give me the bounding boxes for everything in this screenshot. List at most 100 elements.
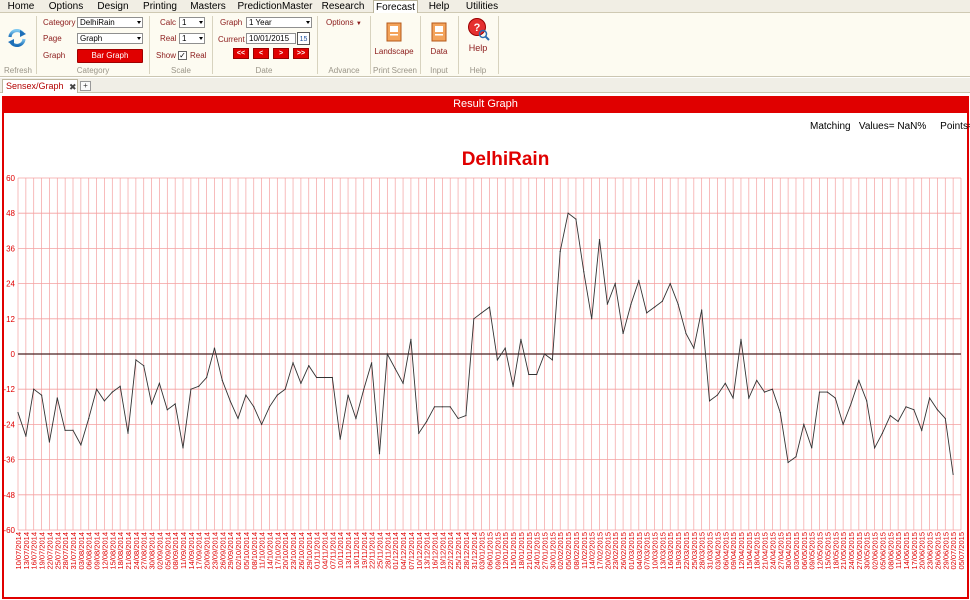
chart-data-point bbox=[763, 391, 766, 393]
category-group-label: Category bbox=[76, 66, 110, 75]
landscape-button[interactable] bbox=[385, 21, 403, 43]
x-tick-label: 05/07/2015 bbox=[957, 532, 966, 570]
y-tick-label: 12 bbox=[6, 315, 15, 324]
next-period-button[interactable]: > bbox=[273, 48, 289, 59]
chart-data-point bbox=[323, 376, 326, 379]
chart-data-point bbox=[756, 379, 758, 381]
close-icon[interactable]: ✖ bbox=[69, 81, 77, 93]
chart-data-point bbox=[127, 432, 129, 434]
menu-tab-research[interactable]: Research bbox=[320, 0, 366, 13]
calc-select[interactable]: 1 bbox=[179, 17, 205, 28]
refresh-button[interactable] bbox=[6, 27, 28, 49]
check-icon: ✓ bbox=[179, 51, 186, 60]
chart-data-point bbox=[622, 332, 624, 335]
chart-data-point bbox=[441, 406, 443, 408]
chart-data-point bbox=[158, 382, 161, 384]
chart-data-point bbox=[826, 391, 829, 393]
real-select[interactable]: 1 bbox=[179, 33, 205, 44]
chart-data-point bbox=[40, 394, 43, 396]
chart-data-point bbox=[17, 412, 19, 414]
chart-title: DelhiRain bbox=[462, 149, 550, 170]
help-label: Help bbox=[468, 43, 488, 53]
page-select-value: Graph bbox=[80, 34, 103, 43]
chart-data-point bbox=[245, 394, 247, 396]
menu-tab-design[interactable]: Design bbox=[95, 0, 131, 13]
print-screen-group-label: Print Screen bbox=[372, 66, 418, 75]
last-period-button[interactable]: >> bbox=[293, 48, 309, 59]
chart-data-point bbox=[56, 397, 58, 399]
chart-data-point bbox=[386, 353, 388, 355]
help-icon: ? bbox=[468, 18, 490, 41]
menu-tab-predictionmaster[interactable]: PredictionMaster bbox=[237, 0, 313, 13]
page-select[interactable]: Graph bbox=[77, 33, 143, 44]
new-tab-button[interactable]: + bbox=[80, 81, 91, 91]
first-period-button[interactable]: << bbox=[233, 48, 249, 59]
chart-data-point bbox=[928, 397, 931, 399]
chart-data-point bbox=[426, 420, 428, 423]
calc-select-value: 1 bbox=[182, 18, 187, 27]
menu-tab-masters[interactable]: Masters bbox=[188, 0, 228, 13]
chart-data-point bbox=[921, 429, 923, 431]
chart-data-point bbox=[284, 388, 286, 390]
chart-data-point bbox=[591, 318, 593, 320]
graph-period-select[interactable]: 1 Year bbox=[246, 17, 312, 28]
ribbon-divider bbox=[420, 16, 421, 74]
ribbon-divider bbox=[458, 16, 459, 74]
menu-tab-help[interactable]: Help bbox=[425, 0, 453, 13]
show-label: Show bbox=[156, 51, 177, 60]
show-real-checkbox[interactable]: ✓ bbox=[178, 51, 187, 60]
chart-data-point bbox=[378, 453, 381, 455]
menu-tab-options[interactable]: Options bbox=[46, 0, 86, 13]
chart-data-point bbox=[150, 403, 153, 405]
ribbon-divider bbox=[36, 16, 37, 74]
chart-data-point bbox=[543, 353, 546, 355]
result-chart: DelhiRain60483624120-12-24-36-48-6010/07… bbox=[4, 149, 966, 570]
y-tick-label: 0 bbox=[11, 350, 16, 359]
chart-data-point bbox=[803, 423, 805, 425]
chart-data-point bbox=[598, 239, 601, 241]
chart-data-point bbox=[614, 283, 616, 285]
chart-data-point bbox=[795, 456, 797, 458]
chart-data-point bbox=[465, 415, 467, 417]
menu-tab-printing[interactable]: Printing bbox=[140, 0, 180, 13]
document-tab-bar: Sensex/Graph ✖ + bbox=[0, 78, 970, 93]
chart-data-point bbox=[119, 385, 121, 387]
ribbon-divider bbox=[212, 16, 213, 74]
chart-data-point bbox=[198, 385, 200, 387]
menu-tab-home[interactable]: Home bbox=[4, 0, 38, 13]
ribbon-divider bbox=[370, 16, 371, 74]
chart-data-point bbox=[300, 382, 302, 384]
current-date-input[interactable]: 10/01/2015 bbox=[246, 33, 296, 44]
chart-data-point bbox=[457, 417, 459, 420]
chevron-down-icon bbox=[199, 21, 203, 24]
chevron-down-icon bbox=[306, 21, 310, 24]
help-button[interactable]: ? bbox=[467, 17, 491, 41]
category-select[interactable]: DelhiRain bbox=[77, 17, 143, 28]
graph-period-value: 1 Year bbox=[249, 18, 272, 27]
options-dropdown[interactable]: Options ▼ bbox=[326, 18, 362, 29]
menu-tab-forecast[interactable]: Forecast bbox=[373, 0, 418, 14]
menu-tab-utilities[interactable]: Utilities bbox=[463, 0, 501, 13]
previous-period-button[interactable]: < bbox=[253, 48, 269, 59]
chart-data-point bbox=[685, 332, 687, 335]
calendar-button[interactable]: 15 bbox=[297, 32, 310, 45]
chart-data-point bbox=[858, 379, 860, 381]
chart-data-point bbox=[402, 382, 404, 384]
document-tab-sensex-graph[interactable]: Sensex/Graph ✖ bbox=[2, 79, 78, 93]
y-tick-label: -24 bbox=[4, 420, 16, 429]
category-select-value: DelhiRain bbox=[80, 18, 115, 27]
data-button[interactable] bbox=[430, 21, 448, 43]
chart-data-point bbox=[206, 376, 208, 379]
date-group-label: Date bbox=[255, 66, 273, 75]
ribbon-divider bbox=[317, 16, 318, 74]
chart-data-point bbox=[567, 212, 569, 214]
chevron-down-icon bbox=[137, 37, 141, 40]
chart-data-point bbox=[433, 406, 436, 408]
chart-series-line bbox=[17, 212, 954, 475]
bar-graph-button[interactable]: Bar Graph bbox=[77, 49, 143, 63]
chart-data-point bbox=[363, 388, 365, 390]
chart-data-point bbox=[481, 312, 483, 314]
document-tab-title: Sensex/Graph bbox=[6, 81, 64, 91]
chart-data-point bbox=[355, 417, 357, 420]
real-label: Real bbox=[160, 34, 177, 43]
